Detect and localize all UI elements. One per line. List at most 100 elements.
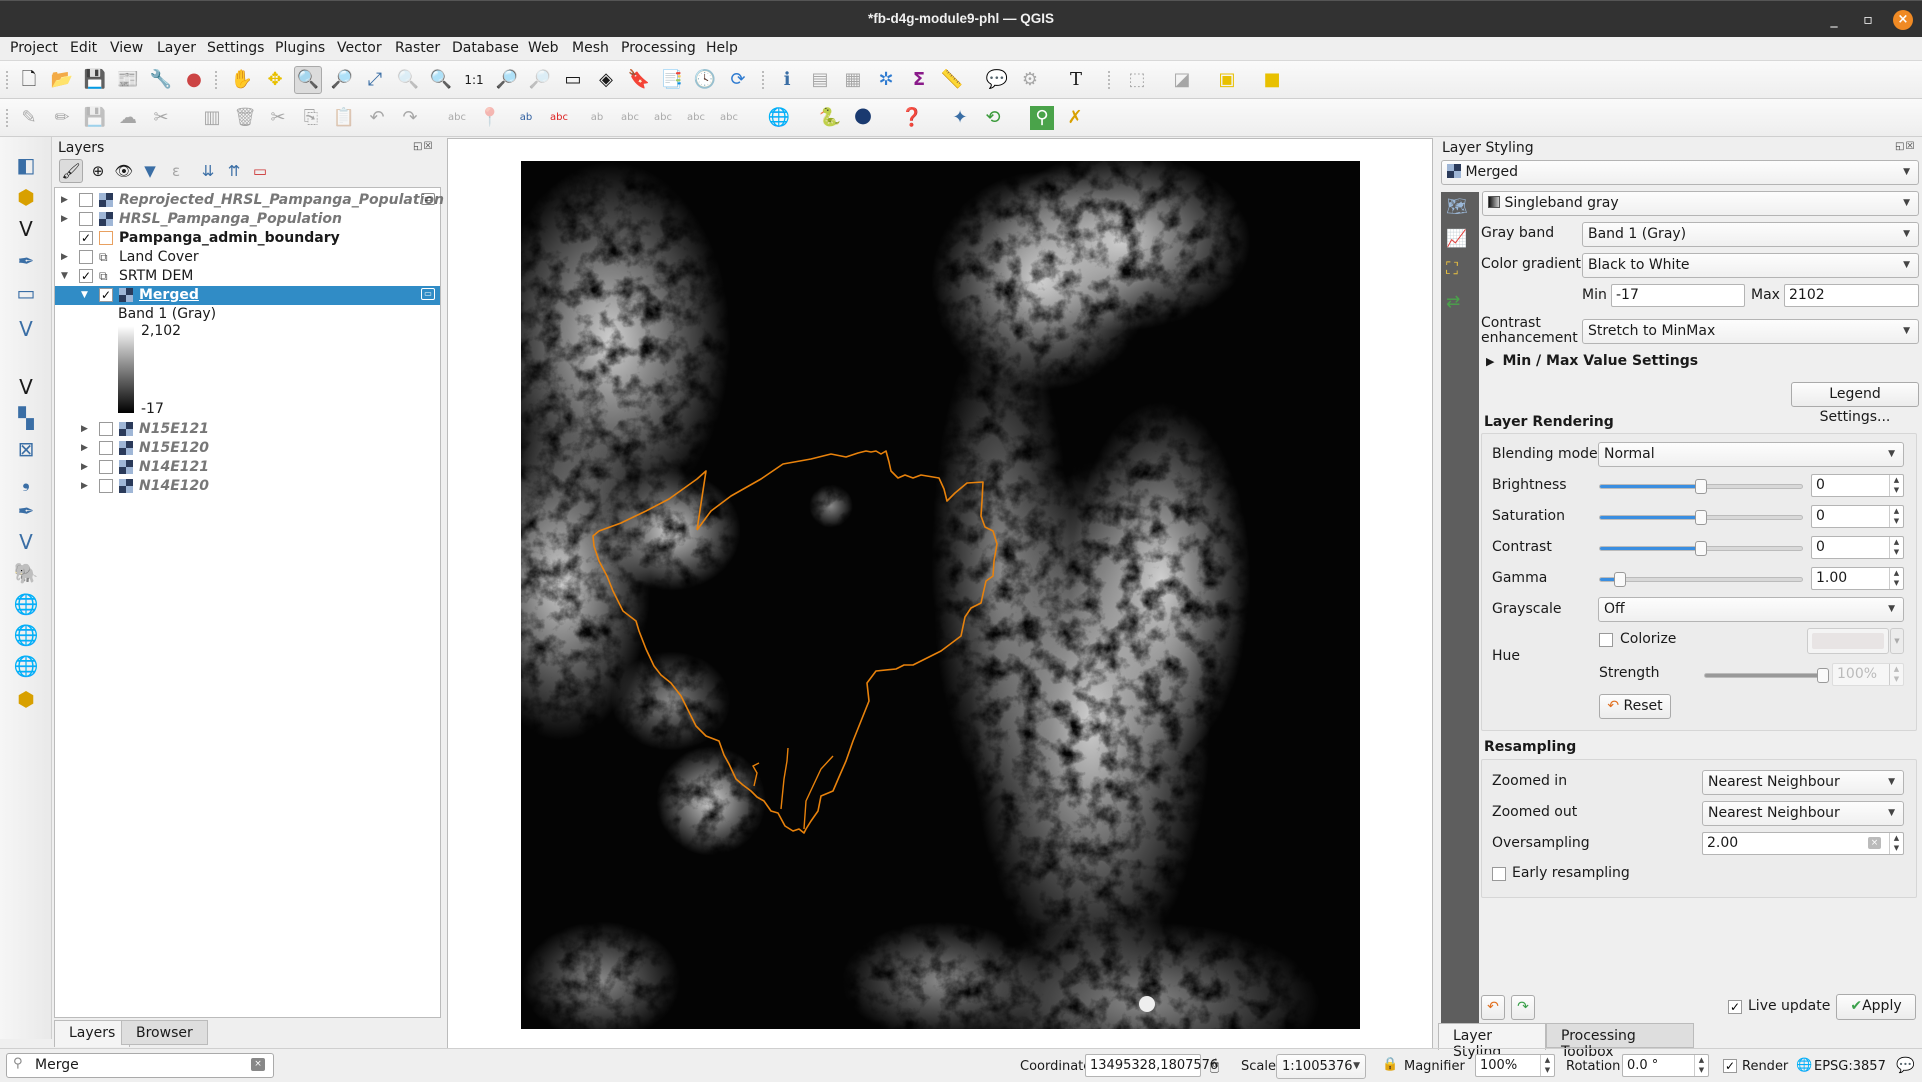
globe-icon[interactable]: 🌑: [851, 106, 875, 130]
early-resampling-checkbox[interactable]: [1492, 867, 1506, 881]
map-tips-icon[interactable]: 💬: [985, 68, 1009, 92]
refresh-icon[interactable]: ⟳: [726, 68, 750, 92]
minmax-section-toggle[interactable]: ▶ Min / Max Value Settings: [1486, 353, 1698, 369]
style-manager-icon[interactable]: ●: [182, 68, 206, 92]
menu-raster[interactable]: Raster: [395, 40, 440, 56]
expand-arrow-icon[interactable]: ▶: [81, 458, 91, 477]
current-edits-icon[interactable]: ✎: [17, 106, 41, 130]
blending-mode-select[interactable]: Normal ▼: [1598, 442, 1904, 467]
expand-all-icon[interactable]: ⇊: [197, 160, 219, 182]
filter-expression-icon[interactable]: ε: [165, 160, 187, 182]
menu-settings[interactable]: Settings: [207, 40, 264, 56]
new-temp-layer-icon[interactable]: ▭: [12, 279, 40, 307]
manage-visibility-icon[interactable]: 👁: [113, 160, 135, 182]
histogram-tab-icon[interactable]: 📈: [1446, 229, 1472, 253]
layout-manager-icon[interactable]: 🔧: [149, 68, 173, 92]
layer-indicator-icon[interactable]: ▭: [421, 288, 435, 300]
topology-checker-icon[interactable]: ⟲: [981, 106, 1005, 130]
label-rules-icon[interactable]: abc: [547, 106, 571, 130]
layer-checkbox[interactable]: [79, 212, 93, 226]
toolbar-grip[interactable]: [6, 71, 9, 89]
spin-arrows-icon[interactable]: ▲ ▼: [1694, 1055, 1708, 1076]
undo-style-button[interactable]: ↶: [1481, 995, 1505, 1020]
measure-line-icon[interactable]: 📏: [940, 68, 964, 92]
layer-checkbox[interactable]: ✓: [79, 269, 93, 283]
deselect-all-icon[interactable]: ▣: [1215, 68, 1239, 92]
add-geopackage-icon[interactable]: ⬢: [12, 685, 40, 713]
pan-icon[interactable]: ✋: [230, 68, 254, 92]
toolbar-grip[interactable]: [215, 71, 218, 89]
layer-item[interactable]: ▶ HRSL_Pampanga_Population: [55, 210, 440, 229]
collapse-arrow-icon[interactable]: ▼: [81, 286, 91, 305]
add-virtual-layer-icon[interactable]: V: [12, 528, 40, 556]
layer-checkbox[interactable]: [99, 441, 113, 455]
close-button[interactable]: ×: [1893, 10, 1913, 30]
modify-attributes-icon[interactable]: ▥: [200, 106, 224, 130]
spin-arrows-icon[interactable]: ▲ ▼: [1889, 506, 1903, 527]
colorize-color-button[interactable]: [1807, 628, 1889, 654]
add-postgis-icon[interactable]: 🐘: [12, 559, 40, 587]
layer-group[interactable]: ▼ ✓ ⧉ SRTM DEM: [55, 267, 440, 286]
statistical-summary-icon[interactable]: Σ: [907, 68, 931, 92]
add-group-icon[interactable]: ⊕: [87, 160, 109, 182]
layer-item[interactable]: ✓ Pampanga_admin_boundary: [55, 229, 440, 248]
zoomed-in-select[interactable]: Nearest Neighbour ▼: [1702, 770, 1904, 795]
open-project-icon[interactable]: 📂: [50, 68, 74, 92]
layer-selector[interactable]: Merged ▼: [1441, 160, 1919, 185]
clear-icon[interactable]: ×: [1868, 837, 1881, 849]
processing-toolbox-icon[interactable]: ✲: [874, 68, 898, 92]
legend-settings-button[interactable]: Legend Settings...: [1791, 382, 1919, 425]
layer-item[interactable]: ▶ N15E120: [55, 439, 440, 458]
save-project-icon[interactable]: 💾: [83, 68, 107, 92]
strength-spinbox[interactable]: 100% ▲ ▼: [1832, 663, 1904, 686]
crs-globe-icon[interactable]: 🌐: [1796, 1058, 1812, 1073]
new-bookmark-icon[interactable]: 🔖: [627, 68, 651, 92]
spin-arrows-icon[interactable]: ▲ ▼: [1889, 537, 1903, 558]
rotate-label-icon[interactable]: abc: [684, 106, 708, 130]
redo-icon[interactable]: ↷: [398, 106, 422, 130]
menu-view[interactable]: View: [110, 40, 143, 56]
metasearch-icon[interactable]: 🌐: [767, 106, 791, 130]
expand-arrow-icon[interactable]: ▶: [81, 439, 91, 458]
tab-layer-styling[interactable]: Layer Styling: [1438, 1023, 1546, 1060]
menu-plugins[interactable]: Plugins: [275, 40, 325, 56]
new-3d-map-icon[interactable]: ◈: [594, 68, 618, 92]
layer-checkbox[interactable]: [99, 460, 113, 474]
add-point-icon[interactable]: ■: [1260, 68, 1284, 92]
redo-style-button[interactable]: ↷: [1511, 995, 1535, 1020]
gamma-slider[interactable]: [1599, 572, 1803, 587]
new-spatialite-icon[interactable]: ✒: [12, 247, 40, 275]
color-dropdown-icon[interactable]: ▼: [1890, 628, 1904, 654]
max-input[interactable]: 2102: [1784, 284, 1919, 307]
messages-icon[interactable]: 💬: [1896, 1056, 1915, 1074]
menu-processing[interactable]: Processing: [621, 40, 696, 56]
geometry-checker-icon[interactable]: ✦: [948, 106, 972, 130]
select-feature-icon[interactable]: ⚙: [1018, 68, 1042, 92]
temporal-controller-icon[interactable]: 🕓: [693, 68, 717, 92]
menu-vector[interactable]: Vector: [337, 40, 382, 56]
label-toolbar-icon[interactable]: abc: [445, 106, 469, 130]
new-shapefile-icon[interactable]: V: [12, 215, 40, 243]
pan-to-selection-icon[interactable]: ✥: [263, 68, 287, 92]
transparency-tab-icon[interactable]: ⛶: [1446, 259, 1472, 283]
zoom-in-icon[interactable]: 🔍: [294, 66, 322, 94]
menu-help[interactable]: Help: [706, 40, 738, 56]
contrast-slider[interactable]: [1599, 541, 1803, 556]
maximize-button[interactable]: ▫: [1859, 11, 1877, 29]
gray-band-select[interactable]: Band 1 (Gray) ▼: [1582, 222, 1919, 247]
layer-labeling-icon[interactable]: ab: [514, 106, 538, 130]
expand-arrow-icon[interactable]: ▶: [81, 477, 91, 496]
apply-button[interactable]: ✔Apply: [1836, 994, 1916, 1020]
layer-item-selected[interactable]: ▼ ✓ Merged ▭: [55, 286, 440, 305]
colorize-checkbox[interactable]: [1599, 633, 1613, 647]
filter-legend-icon[interactable]: ▼: [139, 160, 161, 182]
oversampling-spinbox[interactable]: 2.00 × ▲ ▼: [1702, 832, 1904, 855]
color-gradient-select[interactable]: Black to White ▼: [1582, 253, 1919, 278]
toggle-editing-icon[interactable]: ✏: [50, 106, 74, 130]
zoom-next-icon[interactable]: 🔎: [528, 68, 552, 92]
save-edits-icon[interactable]: 💾: [83, 106, 107, 130]
attribute-table-icon[interactable]: ▤: [808, 68, 832, 92]
quick-osm-icon[interactable]: ⚲: [1030, 106, 1054, 130]
mouse-coord-toggle-icon[interactable]: 🖱: [1210, 1056, 1219, 1074]
contrast-spinbox[interactable]: 0 ▲ ▼: [1811, 536, 1904, 559]
